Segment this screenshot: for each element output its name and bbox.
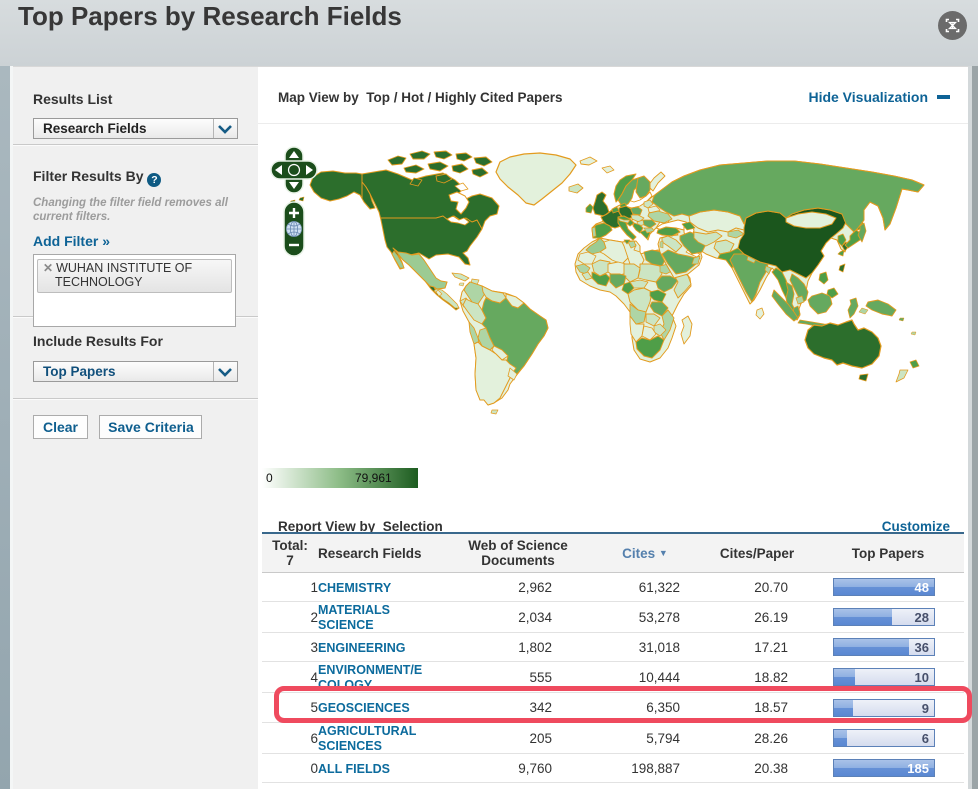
svg-text:79,961: 79,961 [355,471,392,485]
svg-text:0: 0 [266,471,273,485]
